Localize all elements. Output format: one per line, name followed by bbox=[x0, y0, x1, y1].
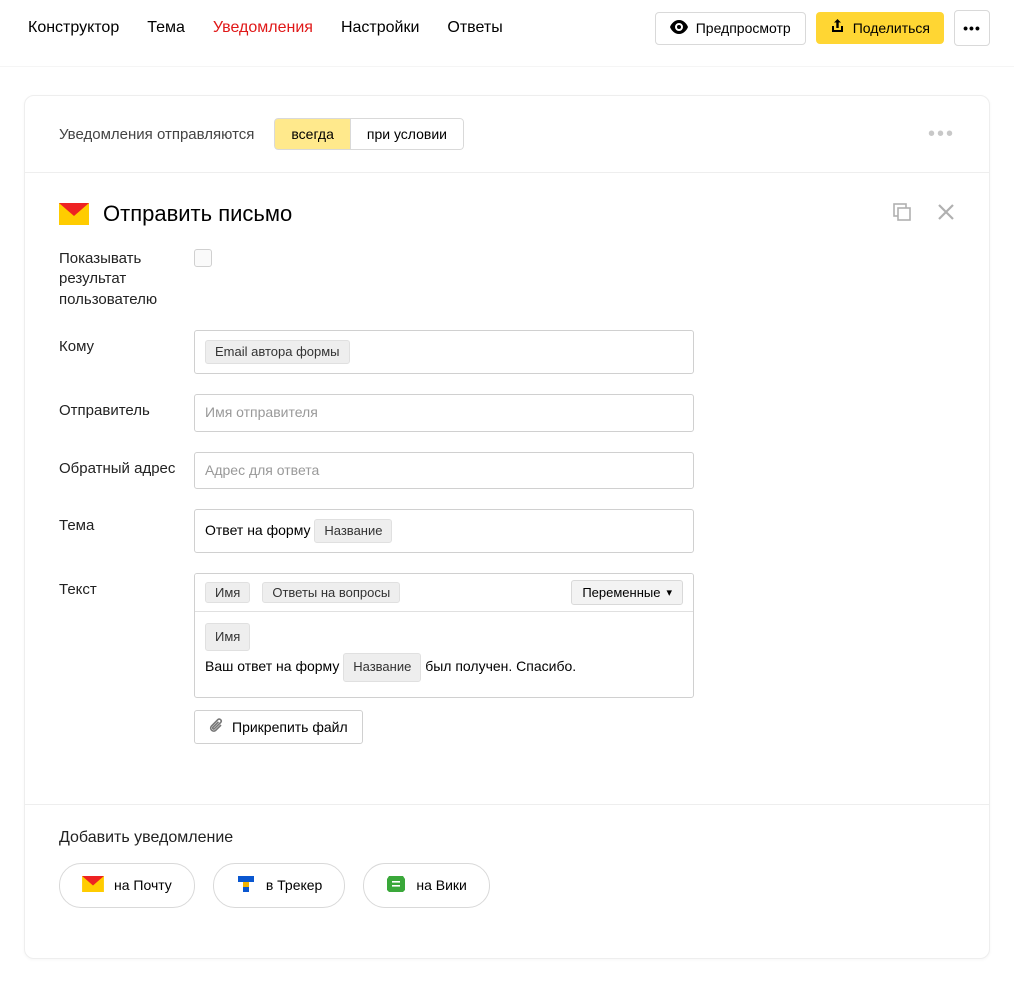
paperclip-icon bbox=[209, 718, 224, 736]
show-result-checkbox[interactable] bbox=[194, 249, 212, 267]
copy-icon[interactable] bbox=[893, 203, 911, 225]
share-label: Поделиться bbox=[853, 20, 930, 36]
add-tracker-label: в Трекер bbox=[266, 877, 323, 893]
wiki-icon bbox=[386, 874, 406, 897]
tab-theme[interactable]: Тема bbox=[147, 19, 185, 37]
to-chip-author-email[interactable]: Email автора формы bbox=[205, 340, 350, 364]
variables-label: Переменные bbox=[582, 585, 660, 600]
close-icon[interactable] bbox=[937, 203, 955, 225]
preview-button[interactable]: Предпросмотр bbox=[655, 12, 806, 45]
tab-settings[interactable]: Настройки bbox=[341, 19, 419, 37]
sender-label: Отправитель bbox=[59, 394, 194, 419]
toggle-always[interactable]: всегда bbox=[274, 118, 351, 150]
share-icon bbox=[830, 19, 845, 37]
add-mail-label: на Почту bbox=[114, 877, 172, 893]
share-button[interactable]: Поделиться bbox=[816, 12, 944, 44]
mail-icon bbox=[82, 876, 104, 895]
to-label: Кому bbox=[59, 330, 194, 355]
section-title: Отправить письмо bbox=[103, 201, 893, 227]
tab-constructor[interactable]: Конструктор bbox=[28, 19, 119, 37]
body-toolbar: Имя Ответы на вопросы Переменные ▾ bbox=[195, 574, 693, 612]
tab-answers[interactable]: Ответы bbox=[447, 19, 502, 37]
toggle-conditional[interactable]: при условии bbox=[351, 118, 464, 150]
card-menu-button[interactable]: ••• bbox=[928, 123, 955, 146]
field-sender: Отправитель bbox=[59, 394, 955, 432]
add-notification-title: Добавить уведомление bbox=[59, 829, 955, 847]
send-condition-label: Уведомления отправляются bbox=[59, 126, 254, 143]
add-wiki-label: на Вики bbox=[416, 877, 467, 893]
add-tracker-button[interactable]: в Трекер bbox=[213, 863, 346, 908]
add-mail-button[interactable]: на Почту bbox=[59, 863, 195, 908]
attach-file-button[interactable]: Прикрепить файл bbox=[194, 710, 363, 744]
add-notification-buttons: на Почту в Трекер на Вики bbox=[59, 863, 955, 908]
reply-label: Обратный адрес bbox=[59, 452, 194, 477]
field-body: Текст Имя Ответы на вопросы Переменные ▾ bbox=[59, 573, 955, 743]
preview-label: Предпросмотр bbox=[696, 20, 791, 36]
subject-label: Тема bbox=[59, 509, 194, 534]
add-notification-section: Добавить уведомление на Почту в Трекер bbox=[25, 804, 989, 942]
form-area: Показывать результат пользователю Кому E… bbox=[25, 241, 989, 804]
reply-input[interactable] bbox=[194, 452, 694, 490]
field-subject: Тема Ответ на форму Название bbox=[59, 509, 955, 553]
section-header: Отправить письмо bbox=[25, 173, 989, 241]
eye-icon bbox=[670, 20, 688, 37]
send-condition-row: Уведомления отправляются всегда при усло… bbox=[25, 96, 989, 173]
subject-text: Ответ на форму bbox=[205, 522, 314, 538]
toolbar-chip-name[interactable]: Имя bbox=[205, 582, 250, 603]
notification-card: Уведомления отправляются всегда при усло… bbox=[24, 95, 990, 959]
field-show-result: Показывать результат пользователю bbox=[59, 249, 955, 310]
to-input[interactable]: Email автора формы bbox=[194, 330, 694, 374]
subject-chip-name[interactable]: Название bbox=[314, 519, 392, 543]
nav-tabs: Конструктор Тема Уведомления Настройки О… bbox=[28, 19, 625, 37]
tracker-icon bbox=[236, 874, 256, 897]
subject-input[interactable]: Ответ на форму Название bbox=[194, 509, 694, 553]
add-wiki-button[interactable]: на Вики bbox=[363, 863, 490, 908]
chevron-down-icon: ▾ bbox=[666, 586, 672, 599]
topbar-actions: Предпросмотр Поделиться ••• bbox=[655, 10, 990, 46]
topbar: Конструктор Тема Уведомления Настройки О… bbox=[0, 0, 1014, 67]
attach-file-label: Прикрепить файл bbox=[232, 719, 348, 735]
variables-button[interactable]: Переменные ▾ bbox=[571, 580, 683, 605]
body-chip-title[interactable]: Название bbox=[343, 653, 421, 681]
send-condition-toggle: всегда при условии bbox=[274, 118, 464, 150]
more-icon: ••• bbox=[963, 20, 981, 36]
body-text-after: был получен. Спасибо. bbox=[421, 658, 576, 674]
tab-notifications[interactable]: Уведомления bbox=[213, 19, 313, 37]
more-button[interactable]: ••• bbox=[954, 10, 990, 46]
body-editor: Имя Ответы на вопросы Переменные ▾ Имя В… bbox=[194, 573, 694, 697]
field-to: Кому Email автора формы bbox=[59, 330, 955, 374]
body-text-before: Ваш ответ на форму bbox=[205, 658, 343, 674]
card-bottom-spacer bbox=[25, 942, 989, 958]
field-reply: Обратный адрес bbox=[59, 452, 955, 490]
page-container: Уведомления отправляются всегда при усло… bbox=[0, 67, 1014, 987]
toolbar-chip-answers[interactable]: Ответы на вопросы bbox=[262, 582, 400, 603]
show-result-label: Показывать результат пользователю bbox=[59, 249, 194, 310]
body-textarea[interactable]: Имя Ваш ответ на форму Название был полу… bbox=[195, 612, 693, 696]
mail-icon bbox=[59, 203, 89, 225]
sender-input[interactable] bbox=[194, 394, 694, 432]
body-label: Текст bbox=[59, 573, 194, 598]
section-header-actions bbox=[893, 203, 955, 225]
body-chip-name[interactable]: Имя bbox=[205, 623, 250, 651]
